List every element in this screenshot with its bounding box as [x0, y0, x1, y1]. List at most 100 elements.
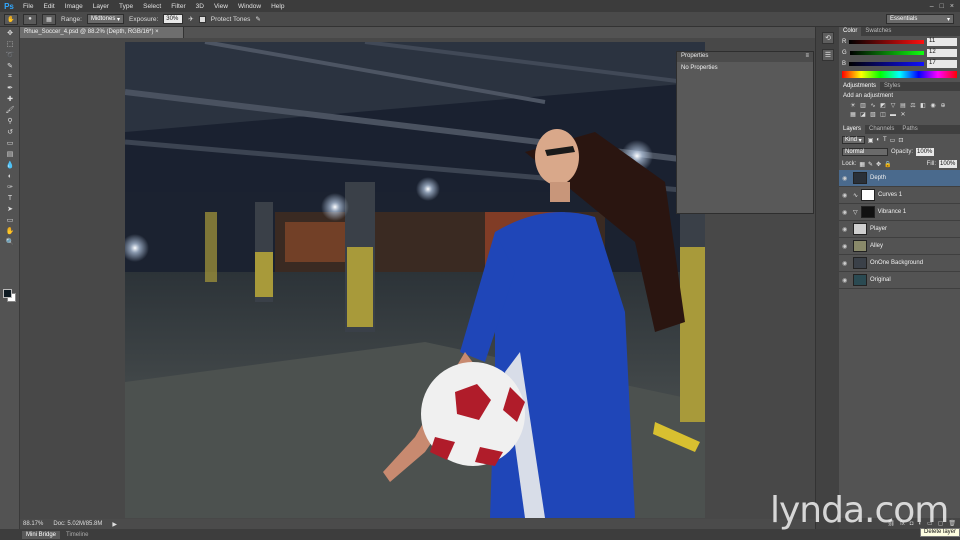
- eye-icon[interactable]: ◉: [842, 226, 850, 233]
- threshold-icon[interactable]: ◫: [879, 111, 887, 118]
- range-select[interactable]: Midtones ▾: [86, 14, 125, 24]
- quick-select-tool-icon[interactable]: ✎: [3, 61, 17, 71]
- posterize-icon[interactable]: ▧: [869, 111, 877, 118]
- curves-icon[interactable]: ∿: [869, 102, 877, 109]
- layer-row-depth[interactable]: ◉ Depth: [839, 170, 960, 187]
- menu-item-layer[interactable]: Layer: [88, 3, 114, 10]
- layer-filter-select[interactable]: Kind ▾: [842, 136, 865, 144]
- gradient-tool-icon[interactable]: ▤: [3, 149, 17, 159]
- color-lookup-icon[interactable]: ▦: [849, 111, 857, 118]
- close-button[interactable]: ×: [950, 3, 954, 10]
- vibrance-icon[interactable]: ▽: [889, 102, 897, 109]
- lasso-tool-icon[interactable]: ➰: [3, 50, 17, 60]
- delete-layer-icon[interactable]: 🗑: [948, 520, 956, 527]
- history-icon[interactable]: ⟲: [822, 32, 834, 44]
- tab-color[interactable]: Color: [839, 27, 862, 36]
- zoom-tool-icon[interactable]: 🔍: [3, 237, 17, 247]
- tool-preset-icon[interactable]: ✋: [4, 13, 18, 25]
- tab-timeline[interactable]: Timeline: [66, 532, 88, 538]
- channel-value-r[interactable]: 11: [927, 37, 957, 46]
- color-spectrum[interactable]: [842, 71, 957, 78]
- workspace-select[interactable]: Essentials ▾: [886, 14, 954, 24]
- eraser-tool-icon[interactable]: ▭: [3, 138, 17, 148]
- menu-item-window[interactable]: Window: [233, 3, 266, 10]
- doc-size[interactable]: Doc: 5.02M/85.8M: [53, 521, 102, 527]
- path-selection-tool-icon[interactable]: ➤: [3, 204, 17, 214]
- clone-stamp-tool-icon[interactable]: ⚲: [3, 116, 17, 126]
- tab-layers[interactable]: Layers: [839, 125, 866, 134]
- status-arrow-icon[interactable]: ▶: [112, 521, 117, 528]
- tab-paths[interactable]: Paths: [898, 125, 921, 134]
- channel-value-b[interactable]: 17: [927, 59, 957, 68]
- tab-mini-bridge[interactable]: Mini Bridge: [22, 530, 61, 539]
- type-tool-icon[interactable]: T: [3, 193, 17, 203]
- slider-r[interactable]: [849, 39, 924, 44]
- brush-preset-icon[interactable]: ●: [23, 13, 37, 25]
- filter-adjustment-icon[interactable]: ◐: [876, 137, 880, 143]
- filter-shape-icon[interactable]: ▭: [890, 137, 896, 144]
- channel-value-g[interactable]: 12: [927, 48, 957, 57]
- menu-item-3d[interactable]: 3D: [191, 3, 209, 10]
- menu-item-image[interactable]: Image: [60, 3, 88, 10]
- dodge-tool-icon[interactable]: ◐: [3, 171, 17, 181]
- eye-icon[interactable]: ◉: [842, 277, 850, 284]
- menu-item-edit[interactable]: Edit: [38, 3, 59, 10]
- opacity-input[interactable]: 100%: [916, 148, 935, 156]
- zoom-level[interactable]: 88.17%: [23, 521, 43, 527]
- foreground-color-swatch[interactable]: [3, 289, 12, 298]
- fill-input[interactable]: 100%: [939, 160, 957, 168]
- exposure-input[interactable]: 30%: [163, 14, 184, 24]
- tab-swatches[interactable]: Swatches: [861, 27, 895, 36]
- menu-item-filter[interactable]: Filter: [166, 3, 190, 10]
- eye-icon[interactable]: ◉: [842, 175, 850, 182]
- slider-g[interactable]: [849, 50, 924, 55]
- color-balance-icon[interactable]: ⚖: [909, 102, 917, 109]
- properties-icon[interactable]: ☰: [822, 49, 834, 61]
- photo-filter-icon[interactable]: ◉: [929, 102, 937, 109]
- eyedropper-tool-icon[interactable]: ✒: [3, 83, 17, 93]
- selective-color-icon[interactable]: ✕: [899, 111, 907, 118]
- gradient-map-icon[interactable]: ▬: [889, 111, 897, 118]
- lock-all-icon[interactable]: 🔒: [884, 161, 891, 168]
- filter-type-icon[interactable]: T: [883, 137, 887, 143]
- pen-tool-icon[interactable]: ✑: [3, 182, 17, 192]
- tab-adjustments[interactable]: Adjustments: [839, 82, 881, 91]
- shape-tool-icon[interactable]: ▭: [3, 215, 17, 225]
- layer-row-original[interactable]: ◉ Original: [839, 272, 960, 289]
- blur-tool-icon[interactable]: 💧: [3, 160, 17, 170]
- slider-b[interactable]: [849, 61, 924, 66]
- protect-tones-checkbox[interactable]: [198, 15, 206, 23]
- menu-item-file[interactable]: File: [18, 3, 38, 10]
- close-tab-icon[interactable]: ×: [155, 29, 159, 35]
- marquee-tool-icon[interactable]: ⬚: [3, 39, 17, 49]
- menu-item-help[interactable]: Help: [266, 3, 289, 10]
- black-white-icon[interactable]: ◧: [919, 102, 927, 109]
- tab-styles[interactable]: Styles: [880, 82, 904, 91]
- filter-pixel-icon[interactable]: ▣: [868, 137, 874, 144]
- menu-item-type[interactable]: Type: [114, 3, 138, 10]
- move-tool-icon[interactable]: ✥: [3, 28, 17, 38]
- crop-tool-icon[interactable]: ⌗: [3, 72, 17, 82]
- brush-panel-icon[interactable]: ▦: [42, 13, 56, 25]
- history-brush-tool-icon[interactable]: ↺: [3, 127, 17, 137]
- eye-icon[interactable]: ◉: [842, 243, 850, 250]
- healing-brush-tool-icon[interactable]: ✚: [3, 94, 17, 104]
- maximize-button[interactable]: □: [940, 3, 944, 10]
- eye-icon[interactable]: ◉: [842, 260, 850, 267]
- minimize-button[interactable]: –: [930, 3, 934, 10]
- channel-mixer-icon[interactable]: ⊕: [939, 102, 947, 109]
- brightness-contrast-icon[interactable]: ☀: [849, 102, 857, 109]
- levels-icon[interactable]: ▥: [859, 102, 867, 109]
- lock-position-icon[interactable]: ✥: [876, 161, 881, 168]
- hand-tool-icon[interactable]: ✋: [3, 226, 17, 236]
- tab-channels[interactable]: Channels: [865, 125, 898, 134]
- layer-row-player[interactable]: ◉ Player: [839, 221, 960, 238]
- brush-tool-icon[interactable]: 🖌: [3, 105, 17, 115]
- filter-smart-icon[interactable]: ⊡: [898, 137, 903, 144]
- menu-item-select[interactable]: Select: [138, 3, 166, 10]
- lock-pixels-icon[interactable]: ✎: [868, 161, 873, 168]
- document-canvas[interactable]: [125, 42, 705, 518]
- layer-row-curves[interactable]: ◉ ∿ Curves 1: [839, 187, 960, 204]
- eye-icon[interactable]: ◉: [842, 209, 850, 216]
- layer-row-alley[interactable]: ◉ Alley: [839, 238, 960, 255]
